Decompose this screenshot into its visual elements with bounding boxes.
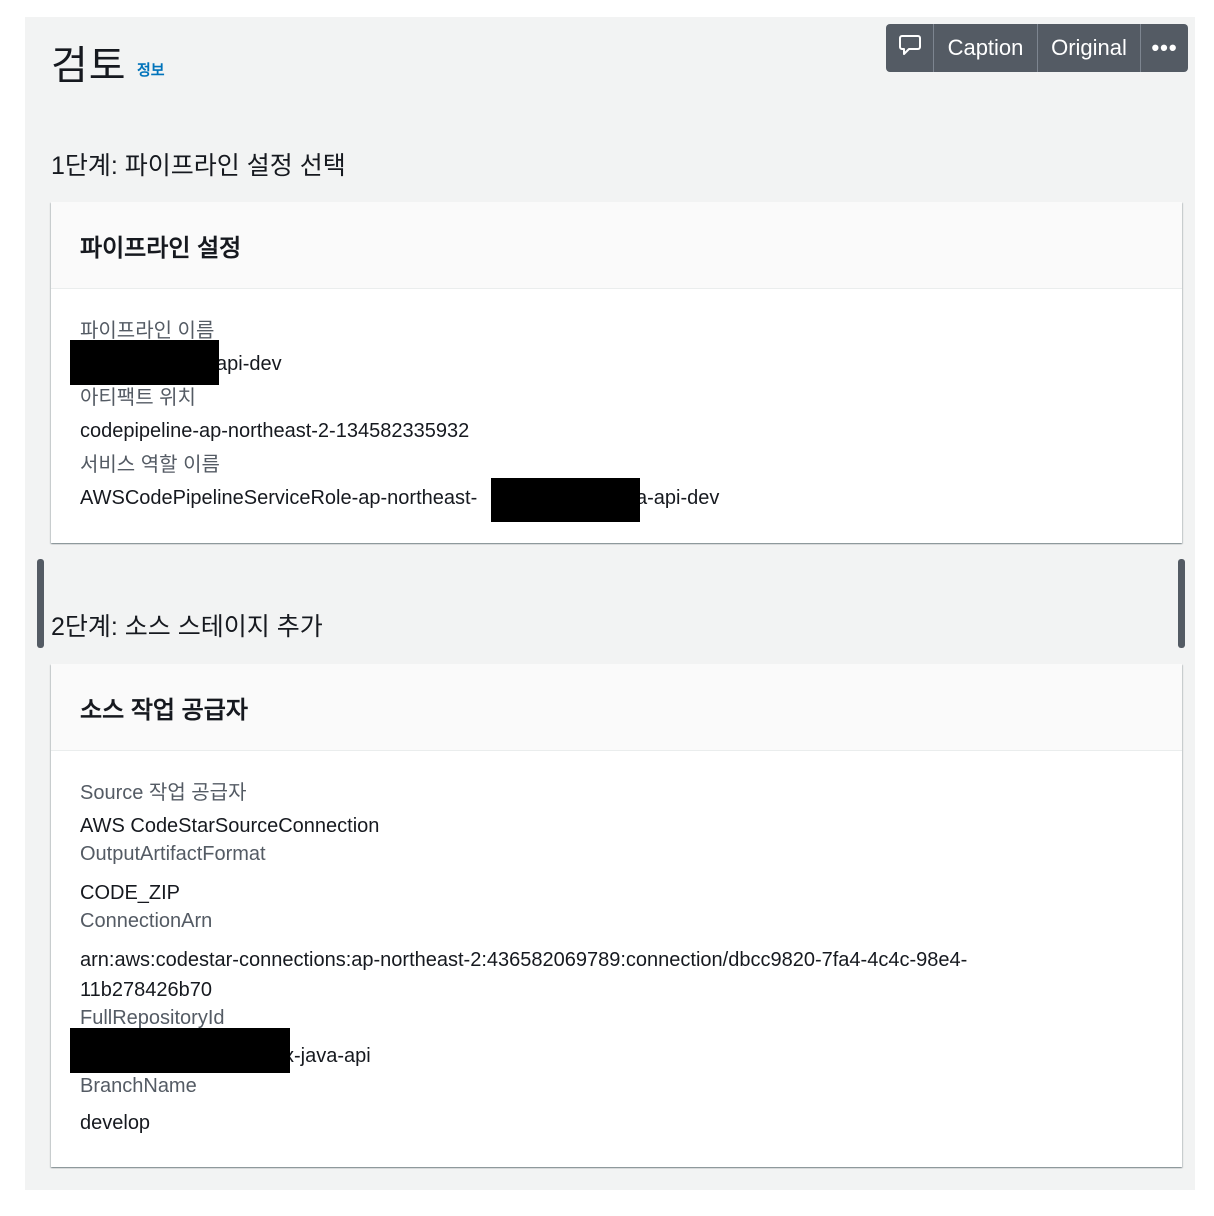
page-title: 검토 [51, 44, 127, 88]
source-provider-card: 소스 작업 공급자 Source 작업 공급자 AWS CodeStarSour… [51, 664, 1182, 1167]
right-resize-handle[interactable] [1178, 559, 1185, 648]
original-button[interactable]: Original [1038, 24, 1141, 72]
info-link[interactable]: 정보 [137, 59, 165, 80]
redaction-box [70, 340, 219, 385]
annotation-toolbar: Caption Original ••• [886, 24, 1188, 72]
source-provider-label: Source 작업 공급자 [80, 782, 247, 804]
caption-button[interactable]: Caption [934, 24, 1038, 72]
source-provider-value: AWS CodeStarSourceConnection [80, 815, 380, 837]
branch-name-value: develop [80, 1112, 151, 1134]
pipeline-name-value: api-dev [216, 353, 282, 375]
left-resize-handle[interactable] [37, 559, 44, 648]
redaction-box [70, 1028, 290, 1073]
pipeline-settings-card: 파이프라인 설정 파이프라인 이름 api-dev 아티팩트 위치 codepi… [51, 202, 1182, 543]
full-repository-id-label: FullRepositoryId [80, 1007, 225, 1029]
artifact-location-label: 아티팩트 위치 [80, 387, 196, 409]
step-1-heading: 1단계: 파이프라인 설정 선택 [51, 152, 346, 180]
source-provider-card-title: 소스 작업 공급자 [51, 664, 1182, 751]
artifact-location-value: codepipeline-ap-northeast-2-134582335932 [80, 420, 470, 442]
connection-arn-label: ConnectionArn [80, 910, 213, 932]
pipeline-name-label: 파이프라인 이름 [80, 320, 215, 342]
more-icon: ••• [1151, 35, 1178, 60]
connection-arn-value-line1: arn:aws:codestar-connections:ap-northeas… [80, 949, 968, 971]
more-options-button[interactable]: ••• [1141, 24, 1188, 72]
step-2-heading: 2단계: 소스 스테이지 추가 [51, 613, 323, 641]
pipeline-settings-card-title: 파이프라인 설정 [51, 202, 1182, 289]
comment-icon [898, 33, 922, 63]
service-role-value-suffix: a-api-dev [636, 487, 720, 509]
service-role-value-prefix: AWSCodePipelineServiceRole-ap-northeast- [80, 487, 478, 509]
connection-arn-value-line2: 11b278426b70 [80, 979, 212, 1001]
full-repository-id-value: x-java-api [284, 1045, 371, 1067]
output-artifact-format-value: CODE_ZIP [80, 882, 181, 904]
branch-name-label: BranchName [80, 1075, 197, 1097]
service-role-label: 서비스 역할 이름 [80, 454, 220, 476]
redaction-box [491, 478, 640, 522]
output-artifact-format-label: OutputArtifactFormat [80, 843, 266, 865]
comment-button[interactable] [886, 24, 934, 72]
